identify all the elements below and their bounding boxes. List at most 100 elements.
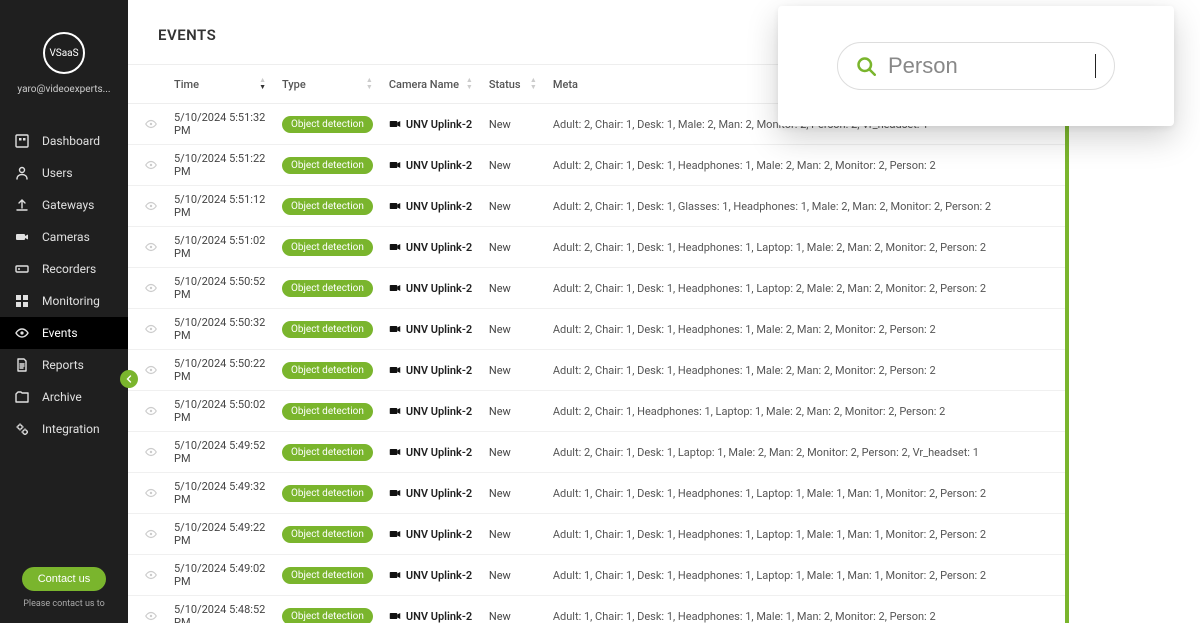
sidebar-item-label: Integration xyxy=(42,422,100,436)
cell-status: New xyxy=(481,391,545,432)
overlay-search-box[interactable] xyxy=(837,42,1115,90)
table-row[interactable]: 5/10/2024 5:49:22 PMObject detectionUNV … xyxy=(128,514,1069,555)
table-row[interactable]: 5/10/2024 5:49:02 PMObject detectionUNV … xyxy=(128,555,1069,596)
camera-icon xyxy=(389,365,401,375)
cell-time: 5/10/2024 5:51:22 PM xyxy=(166,145,274,186)
view-icon[interactable] xyxy=(144,199,158,213)
table-row[interactable]: 5/10/2024 5:50:32 PMObject detectionUNV … xyxy=(128,309,1069,350)
table-row[interactable]: 5/10/2024 5:51:12 PMObject detectionUNV … xyxy=(128,186,1069,227)
view-icon[interactable] xyxy=(144,240,158,254)
view-icon[interactable] xyxy=(144,527,158,541)
view-icon[interactable] xyxy=(144,486,158,500)
cell-time: 5/10/2024 5:49:52 PM xyxy=(166,432,274,473)
th-camera[interactable]: Camera Name ▲▼ xyxy=(381,65,481,104)
table-row[interactable]: 5/10/2024 5:51:02 PMObject detectionUNV … xyxy=(128,227,1069,268)
cell-camera: UNV Uplink-2 xyxy=(389,364,473,377)
cell-camera: UNV Uplink-2 xyxy=(389,405,473,418)
sidebar: VSaaS yaro@videoexperts... DashboardUser… xyxy=(0,0,128,623)
type-badge: Object detection xyxy=(282,608,373,623)
camera-icon xyxy=(389,570,401,580)
type-badge: Object detection xyxy=(282,198,373,215)
view-icon[interactable] xyxy=(144,404,158,418)
table-row[interactable]: 5/10/2024 5:49:32 PMObject detectionUNV … xyxy=(128,473,1069,514)
cell-time: 5/10/2024 5:49:32 PM xyxy=(166,473,274,514)
sidebar-item-label: Monitoring xyxy=(42,294,100,308)
type-badge: Object detection xyxy=(282,239,373,256)
camera-icon xyxy=(389,242,401,252)
contact-us-button[interactable]: Contact us xyxy=(22,567,107,591)
cell-time: 5/10/2024 5:50:22 PM xyxy=(166,350,274,391)
sidebar-item-label: Events xyxy=(42,326,78,340)
table-row[interactable]: 5/10/2024 5:48:52 PMObject detectionUNV … xyxy=(128,596,1069,623)
cell-meta: Adult: 1, Chair: 1, Desk: 1, Headphones:… xyxy=(545,473,1069,514)
cell-status: New xyxy=(481,350,545,391)
sidebar-item-archive[interactable]: Archive xyxy=(0,381,128,413)
reports-icon xyxy=(14,357,30,373)
gateways-icon xyxy=(14,197,30,213)
cell-camera: UNV Uplink-2 xyxy=(389,528,473,541)
scrollbar-accent[interactable] xyxy=(1065,65,1069,623)
cell-camera: UNV Uplink-2 xyxy=(389,159,473,172)
sort-icon: ▲▼ xyxy=(366,77,373,91)
view-icon[interactable] xyxy=(144,363,158,377)
sidebar-item-users[interactable]: Users xyxy=(0,157,128,189)
integration-icon xyxy=(14,421,30,437)
type-badge: Object detection xyxy=(282,321,373,338)
sidebar-item-gateways[interactable]: Gateways xyxy=(0,189,128,221)
sidebar-item-integration[interactable]: Integration xyxy=(0,413,128,445)
camera-icon xyxy=(389,447,401,457)
type-badge: Object detection xyxy=(282,157,373,174)
sidebar-item-label: Cameras xyxy=(42,230,90,244)
cell-camera: UNV Uplink-2 xyxy=(389,323,473,336)
cell-status: New xyxy=(481,268,545,309)
cell-time: 5/10/2024 5:49:02 PM xyxy=(166,555,274,596)
camera-icon xyxy=(389,406,401,416)
type-badge: Object detection xyxy=(282,444,373,461)
brand-name: VSaaS xyxy=(49,48,78,59)
cell-camera: UNV Uplink-2 xyxy=(389,282,473,295)
cell-time: 5/10/2024 5:51:12 PM xyxy=(166,186,274,227)
sidebar-collapse-handle[interactable] xyxy=(120,370,138,388)
cell-camera: UNV Uplink-2 xyxy=(389,569,473,582)
sidebar-item-dashboard[interactable]: Dashboard xyxy=(0,125,128,157)
overlay-search-input[interactable] xyxy=(888,53,1095,79)
camera-icon xyxy=(389,283,401,293)
view-icon[interactable] xyxy=(144,445,158,459)
cell-meta: Adult: 2, Chair: 1, Desk: 1, Headphones:… xyxy=(545,350,1069,391)
recorders-icon xyxy=(14,261,30,277)
view-icon[interactable] xyxy=(144,281,158,295)
cell-meta: Adult: 2, Chair: 1, Desk: 1, Headphones:… xyxy=(545,268,1069,309)
view-icon[interactable] xyxy=(144,609,158,623)
view-icon[interactable] xyxy=(144,117,158,131)
cell-status: New xyxy=(481,104,545,145)
sidebar-item-label: Users xyxy=(42,166,73,180)
text-cursor xyxy=(1095,54,1096,78)
sort-icon: ▲▼ xyxy=(466,77,473,91)
camera-icon xyxy=(389,160,401,170)
table-row[interactable]: 5/10/2024 5:50:22 PM Object detection UNV … xyxy=(128,350,1069,391)
view-icon[interactable] xyxy=(144,158,158,172)
view-icon[interactable] xyxy=(144,568,158,582)
table-row[interactable]: 5/10/2024 5:49:52 PMObject detectionUNV … xyxy=(128,432,1069,473)
sidebar-item-reports[interactable]: Reports xyxy=(0,349,128,381)
table-row[interactable]: 5/10/2024 5:50:02 PMObject detectionUNV … xyxy=(128,391,1069,432)
cell-meta: Adult: 1, Chair: 1, Desk: 1, Headphones:… xyxy=(545,514,1069,555)
th-status[interactable]: Status ▲▼ xyxy=(481,65,545,104)
sidebar-item-recorders[interactable]: Recorders xyxy=(0,253,128,285)
sidebar-item-events[interactable]: Events xyxy=(0,317,128,349)
sidebar-item-label: Dashboard xyxy=(42,134,100,148)
sidebar-item-monitoring[interactable]: Monitoring xyxy=(0,285,128,317)
sidebar-item-label: Reports xyxy=(42,358,84,372)
dashboard-icon xyxy=(14,133,30,149)
table-row[interactable]: 5/10/2024 5:51:22 PM Object detection UNV … xyxy=(128,145,1069,186)
events-table-wrap: Time ▲▼ Type ▲▼ Camera Name ▲▼ xyxy=(128,64,1069,623)
camera-icon xyxy=(389,529,401,539)
sidebar-item-cameras[interactable]: Cameras xyxy=(0,221,128,253)
cell-status: New xyxy=(481,596,545,623)
sort-icon: ▲▼ xyxy=(259,77,266,91)
view-icon[interactable] xyxy=(144,322,158,336)
table-row[interactable]: 5/10/2024 5:50:52 PMObject detectionUNV … xyxy=(128,268,1069,309)
th-time[interactable]: Time ▲▼ xyxy=(166,65,274,104)
th-type[interactable]: Type ▲▼ xyxy=(274,65,381,104)
type-badge: Object detection xyxy=(282,362,373,379)
